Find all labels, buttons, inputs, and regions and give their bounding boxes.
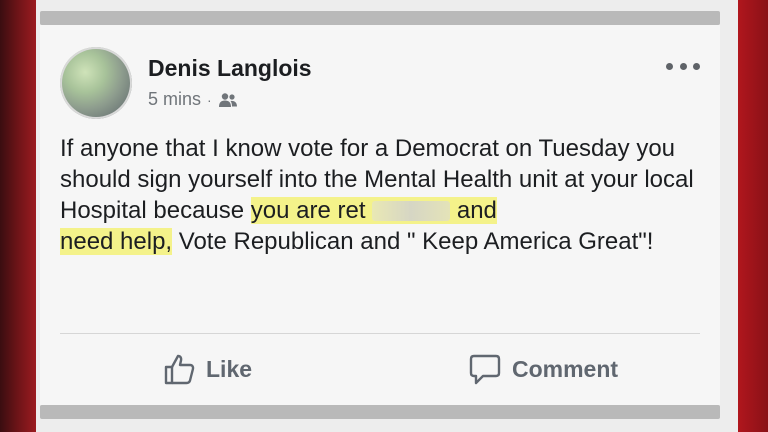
blurred-word [372,201,451,221]
post-text-part2: Vote Republican and " Keep America Great… [172,228,654,255]
comment-button[interactable]: Comment [468,351,618,387]
post-time[interactable]: 5 mins [148,89,201,110]
highlighted-text-1: you are ret and [250,197,497,224]
post-meta: 5 mins · [148,89,238,110]
highlighted-text-2: need help, [60,228,173,255]
comment-icon [469,354,501,385]
comment-label: Comment [512,355,619,382]
more-options-icon[interactable] [666,63,700,73]
meta-separator: · [207,91,212,108]
post-card: Denis Langlois 5 mins · If anyone that I… [40,25,720,405]
friends-icon[interactable] [218,92,238,108]
like-label: Like [206,355,253,382]
like-button[interactable]: Like [162,351,252,387]
avatar[interactable] [60,47,132,119]
feed-divider-bottom [40,405,720,419]
author-name[interactable]: Denis Langlois [148,55,312,82]
actions-divider [60,333,700,334]
thumbs-up-icon [164,354,195,385]
feed-divider-top [40,11,720,25]
post-text: If anyone that I know vote for a Democra… [60,133,710,257]
